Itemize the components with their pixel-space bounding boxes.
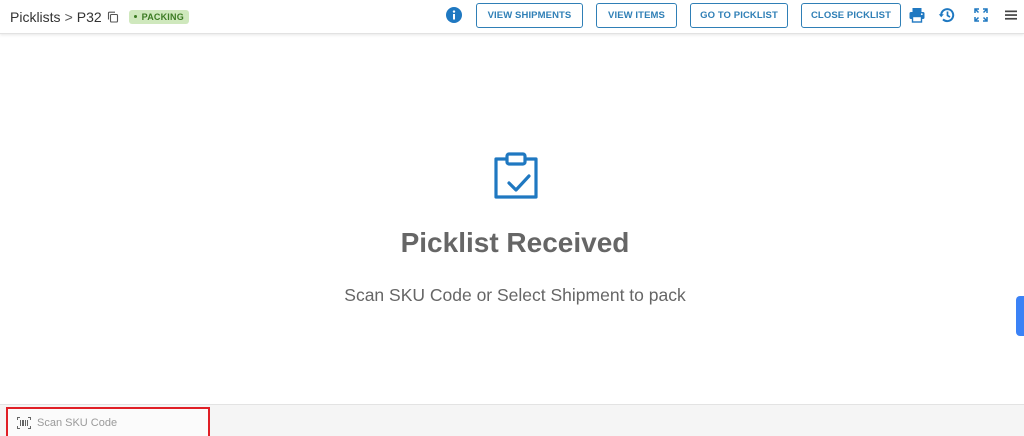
footer-bar [0, 404, 1024, 436]
scan-sku-input[interactable] [37, 417, 197, 429]
fullscreen-icon[interactable] [972, 6, 990, 24]
page-instructions: Scan SKU Code or Select Shipment to pack [344, 285, 686, 305]
main-content: Picklist Received Scan SKU Code or Selec… [0, 35, 1024, 404]
toolbar: VIEW SHIPMENTS VIEW ITEMS GO TO PICKLIST… [0, 0, 1024, 34]
close-picklist-button[interactable]: CLOSE PICKLIST [801, 3, 901, 28]
info-icon[interactable] [446, 7, 462, 23]
page-heading: Picklist Received [400, 227, 630, 258]
side-drawer-tab[interactable] [1016, 296, 1024, 336]
go-to-picklist-button[interactable]: GO TO PICKLIST [690, 3, 788, 28]
history-icon[interactable] [938, 6, 956, 24]
clipboard-check-icon [494, 152, 538, 199]
view-shipments-button[interactable]: VIEW SHIPMENTS [476, 3, 583, 28]
view-items-button[interactable]: VIEW ITEMS [596, 3, 677, 28]
print-icon[interactable] [908, 6, 926, 24]
menu-icon[interactable] [1002, 6, 1020, 24]
top-bar: Picklists > P32 PACKING VIEW SHIPMENTS V… [0, 0, 1024, 34]
barcode-icon [17, 417, 31, 429]
scan-sku-field [6, 407, 210, 436]
